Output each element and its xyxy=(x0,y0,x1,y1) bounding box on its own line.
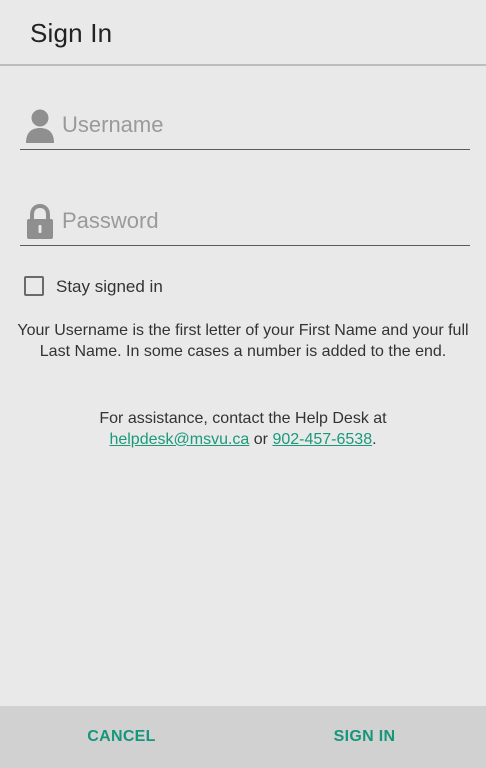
help-suffix: . xyxy=(372,431,377,448)
help-or: or xyxy=(253,431,268,448)
username-hint: Your Username is the first letter of you… xyxy=(17,322,469,360)
sign-in-button[interactable]: SIGN IN xyxy=(243,706,486,768)
app-bar: Sign In xyxy=(0,0,486,66)
password-field[interactable] xyxy=(20,198,470,246)
password-input[interactable] xyxy=(62,204,462,238)
page-title: Sign In xyxy=(30,18,113,48)
help-phone-link[interactable]: 902-457-6538 xyxy=(272,431,372,448)
username-field[interactable] xyxy=(20,102,470,150)
sign-in-screen: Sign In Stay signed in Your Username is … xyxy=(0,0,486,768)
help-prefix: For assistance, contact the Help Desk at xyxy=(99,410,387,427)
cancel-button[interactable]: CANCEL xyxy=(0,706,243,768)
help-desk-info: For assistance, contact the Help Desk at… xyxy=(4,408,482,450)
help-email-link[interactable]: helpdesk@msvu.ca xyxy=(109,431,249,448)
button-bar: CANCEL SIGN IN xyxy=(0,706,486,768)
stay-signed-in-label[interactable]: Stay signed in xyxy=(56,277,256,297)
username-input[interactable] xyxy=(62,108,462,142)
lock-icon xyxy=(27,204,53,239)
person-icon xyxy=(26,109,54,143)
stay-signed-in-checkbox[interactable] xyxy=(24,276,44,296)
